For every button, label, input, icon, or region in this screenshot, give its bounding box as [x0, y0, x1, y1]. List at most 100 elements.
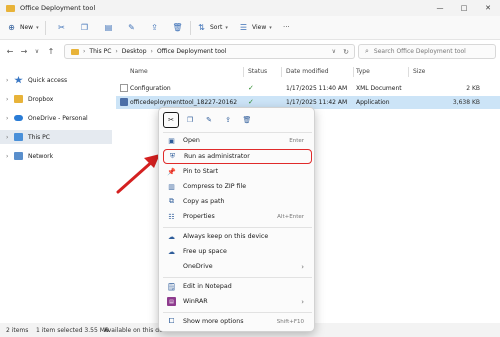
copy-icon[interactable]: ❐ — [80, 23, 89, 32]
menu-item-label: Open — [183, 137, 200, 144]
copy-icon[interactable]: ❐ — [182, 112, 198, 128]
cut-icon[interactable]: ✂ — [163, 112, 179, 128]
delete-icon[interactable]: 🗑 — [239, 112, 255, 128]
table-row[interactable]: Configuration ✓ 1/17/2025 11:40 AM XML D… — [116, 82, 500, 95]
expand-chevron-icon[interactable]: › — [6, 153, 14, 160]
search-placeholder: Search Office Deployment tool — [373, 48, 466, 55]
share-icon[interactable]: ⇪ — [150, 23, 159, 32]
properties-icon: ☷ — [168, 212, 175, 221]
file-name: Configuration — [130, 85, 171, 92]
column-header-status[interactable]: Status — [248, 68, 267, 75]
column-header-size[interactable]: Size — [413, 68, 425, 75]
submenu-arrow-icon: › — [301, 262, 304, 271]
expand-chevron-icon[interactable]: › — [6, 115, 14, 122]
menu-item-compress-to-zip[interactable]: ▥ Compress to ZIP file — [163, 179, 312, 194]
cloud-icon: ☁ — [168, 247, 175, 256]
menu-item-label: Always keep on this device — [183, 233, 269, 240]
sidebar-item-quick-access[interactable]: › Quick access — [0, 73, 112, 87]
menu-item-edit-in-notepad[interactable]: 🗒 Edit in Notepad — [163, 279, 312, 294]
maximize-button[interactable]: □ — [452, 0, 476, 16]
column-header-type[interactable]: Type — [356, 68, 370, 75]
cut-icon[interactable]: ✂ — [57, 23, 66, 32]
back-arrow-icon[interactable]: ← — [3, 47, 17, 56]
menu-item-copy-as-path[interactable]: ⧉ Copy as path — [163, 194, 312, 209]
menu-item-always-keep-on-device[interactable]: ☁ Always keep on this device — [163, 229, 312, 244]
more-options-button[interactable]: ··· — [283, 23, 290, 31]
rename-icon[interactable]: ✎ — [201, 112, 217, 128]
share-icon[interactable]: ⇪ — [220, 112, 236, 128]
column-header-name[interactable]: Name — [130, 68, 148, 75]
breadcrumb-desktop[interactable]: Desktop — [122, 48, 147, 55]
sidebar-item-this-pc[interactable]: › This PC — [0, 130, 112, 144]
file-name: officedeploymenttool_18227-20162 — [130, 99, 238, 106]
refresh-icon[interactable]: ↻ — [343, 48, 349, 56]
sidebar-item-label: This PC — [28, 133, 50, 141]
notepad-icon: 🗒 — [167, 282, 176, 291]
application-file-icon — [120, 98, 128, 106]
address-bar[interactable]: › This PC › Desktop › Office Deployment … — [64, 44, 355, 59]
menu-item-label: Pin to Start — [183, 168, 219, 175]
synced-status-icon: ✓ — [248, 98, 254, 106]
sidebar-item-label: Network — [28, 152, 54, 160]
title-bar: Office Deployment tool — □ ✕ — [0, 0, 500, 16]
sidebar-item-label: Quick access — [28, 76, 68, 84]
minimize-button[interactable]: — — [428, 0, 452, 16]
context-menu: ✂ ❐ ✎ ⇪ 🗑 ▣ Open Enter ⛨ Run as administ… — [158, 107, 315, 332]
new-plus-icon: ⊕ — [8, 23, 15, 32]
menu-separator — [163, 277, 312, 278]
breadcrumb-this-pc[interactable]: This PC — [89, 48, 111, 55]
sort-icon: ⇅ — [198, 23, 205, 32]
more-options-icon: ⧠ — [168, 317, 175, 325]
menu-item-free-up-space[interactable]: ☁ Free up space — [163, 244, 312, 259]
menu-item-run-as-administrator[interactable]: ⛨ Run as administrator — [163, 149, 312, 164]
menu-item-properties[interactable]: ☷ Properties Alt+Enter — [163, 209, 312, 224]
search-icon: ⌕ — [365, 47, 369, 55]
menu-item-onedrive[interactable]: OneDrive › — [163, 259, 312, 274]
column-divider[interactable] — [243, 67, 244, 77]
menu-item-label: Compress to ZIP file — [183, 183, 247, 190]
zip-icon: ▥ — [168, 182, 175, 191]
expand-chevron-icon[interactable]: › — [6, 134, 14, 141]
sidebar-item-dropbox[interactable]: › Dropbox — [0, 92, 112, 106]
recent-chevron-icon[interactable]: ∨ — [30, 48, 44, 55]
sidebar-item-network[interactable]: › Network — [0, 149, 112, 163]
sidebar-item-onedrive[interactable]: › OneDrive - Personal — [0, 111, 112, 125]
menu-shortcut: Alt+Enter — [277, 213, 304, 220]
expand-chevron-icon[interactable]: › — [6, 96, 14, 103]
folder-icon — [6, 4, 15, 12]
column-divider[interactable] — [281, 67, 282, 77]
up-arrow-icon[interactable]: ↑ — [44, 47, 58, 56]
menu-item-winrar[interactable]: ▤ WinRAR › — [163, 294, 312, 309]
search-input[interactable]: ⌕ Search Office Deployment tool — [358, 44, 496, 59]
menu-item-label: WinRAR — [183, 298, 208, 305]
forward-arrow-icon[interactable]: → — [17, 47, 31, 56]
expand-chevron-icon[interactable]: › — [6, 77, 14, 84]
breadcrumb-current-folder[interactable]: Office Deployment tool — [157, 48, 226, 55]
menu-item-label: Run as administrator — [184, 153, 250, 160]
new-label: New — [20, 24, 34, 31]
menu-separator — [163, 227, 312, 228]
view-button[interactable]: ☰ View ▾ — [239, 23, 272, 32]
address-dropdown-icon[interactable]: ∨ — [332, 48, 336, 55]
close-button[interactable]: ✕ — [476, 0, 500, 16]
paste-icon[interactable]: ▤ — [104, 23, 113, 32]
column-header-date-modified[interactable]: Date modified — [286, 68, 329, 75]
file-date: 1/17/2025 11:40 AM — [286, 85, 348, 92]
menu-item-pin-to-start[interactable]: 📌 Pin to Start — [163, 164, 312, 179]
rename-icon[interactable]: ✎ — [127, 23, 136, 32]
pin-icon: 📌 — [167, 167, 176, 176]
file-type: XML Document — [356, 85, 402, 92]
menu-item-label: Copy as path — [183, 198, 225, 205]
chevron-down-icon: ▾ — [36, 24, 39, 31]
new-button[interactable]: ⊕ New ▾ — [7, 23, 39, 32]
delete-icon[interactable]: 🗑 — [172, 23, 182, 32]
winrar-icon: ▤ — [167, 297, 176, 306]
view-icon: ☰ — [239, 23, 248, 32]
breadcrumb-chevron-icon: › — [83, 48, 86, 55]
column-divider[interactable] — [353, 67, 354, 77]
sort-button[interactable]: ⇅ Sort ▾ — [197, 23, 228, 32]
column-divider[interactable] — [408, 67, 409, 77]
menu-item-show-more-options[interactable]: ⧠ Show more options Shift+F10 — [163, 314, 312, 329]
menu-item-open[interactable]: ▣ Open Enter — [163, 133, 312, 148]
command-bar: ⊕ New ▾ ✂ ❐ ▤ ✎ ⇪ 🗑 ⇅ Sort ▾ ☰ View ▾ ··… — [0, 16, 500, 40]
